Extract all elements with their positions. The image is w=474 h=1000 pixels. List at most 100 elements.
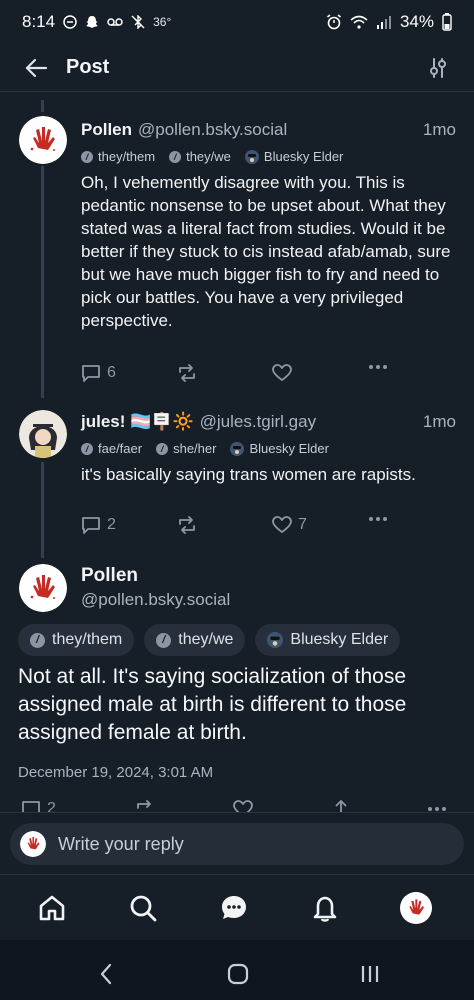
author-name[interactable]: Pollen	[81, 120, 132, 140]
like-button[interactable]	[272, 364, 292, 382]
pronoun-badge: / they/we	[144, 624, 246, 656]
rounded-square-icon	[227, 963, 249, 985]
reply-button[interactable]: 6	[81, 364, 116, 382]
heart-icon	[272, 364, 292, 381]
status-bar: 8:14 36° 34%	[0, 0, 474, 44]
bell-icon	[313, 896, 337, 922]
author-handle[interactable]: @jules.tgirl.gay	[200, 412, 316, 432]
chat-tab[interactable]	[216, 890, 252, 926]
bottom-tab-bar	[0, 874, 474, 940]
alarm-icon	[326, 14, 341, 30]
red-hand-avatar-icon	[19, 564, 67, 612]
more-dots-icon	[369, 517, 387, 521]
avatar[interactable]	[19, 410, 67, 458]
back-button[interactable]	[92, 960, 120, 988]
profile-badges: / they/them / they/we Bluesky Elder	[18, 624, 401, 656]
repost-button[interactable]	[177, 516, 197, 534]
snapchat-icon	[86, 16, 99, 28]
temperature: 36°	[153, 15, 172, 29]
speech-bubble-icon	[82, 365, 100, 382]
no-bluetooth-icon	[131, 15, 145, 29]
notifications-tab[interactable]	[307, 890, 343, 926]
thread-settings-button[interactable]	[420, 50, 456, 86]
search-icon	[130, 895, 157, 922]
back-arrow-button[interactable]	[18, 50, 54, 86]
speech-bubble-icon	[22, 801, 40, 812]
chevron-left-icon	[100, 963, 112, 985]
reply-button[interactable]: 2	[21, 800, 56, 812]
reply-composer: Write your reply	[0, 812, 474, 874]
more-options-button[interactable]	[368, 364, 388, 370]
thread-line	[41, 166, 44, 398]
like-button[interactable]: 7	[272, 516, 307, 534]
share-button[interactable]	[332, 800, 350, 812]
author-handle[interactable]: @pollen.bsky.social	[138, 120, 287, 140]
post-time[interactable]: 1mo	[423, 412, 456, 432]
anime-girl-avatar-icon	[19, 410, 67, 458]
home-icon	[39, 895, 65, 921]
wifi-icon	[350, 15, 368, 29]
repost-button[interactable]	[177, 364, 197, 382]
post-body: Not at all. It's saying socialization of…	[18, 665, 407, 744]
post-author-row: jules! 🏳️‍⚧️🪧🔆 @jules.tgirl.gay 1mo	[81, 412, 456, 432]
home-button[interactable]	[224, 960, 252, 988]
author-name[interactable]: Pollen	[81, 565, 138, 587]
search-tab[interactable]	[125, 890, 161, 926]
author-handle[interactable]: @pollen.bsky.social	[81, 590, 230, 610]
slash-icon: /	[30, 632, 45, 648]
bluesky-elder-icon	[230, 441, 245, 456]
repost-icon	[179, 364, 195, 382]
share-icon	[335, 800, 347, 812]
post-body: it's basically saying trans women are ra…	[81, 465, 416, 484]
arrow-left-icon	[25, 58, 48, 77]
pronoun-badge: / they/we	[169, 149, 231, 164]
thread-line	[41, 462, 44, 558]
reply-count: 2	[47, 800, 56, 812]
reply-button[interactable]: 2	[81, 516, 116, 534]
avatar[interactable]	[19, 564, 67, 612]
like-button[interactable]	[233, 800, 253, 812]
recents-button[interactable]	[356, 960, 384, 988]
profile-tab[interactable]	[398, 890, 434, 926]
reply-input[interactable]: Write your reply	[10, 823, 464, 865]
pronoun-badge: / fae/faer	[81, 441, 142, 456]
like-count: 7	[298, 516, 307, 533]
speech-bubble-icon	[82, 517, 100, 534]
profile-badges: / fae/faer / she/her Bluesky Elder	[81, 441, 329, 456]
post-time[interactable]: 1mo	[423, 120, 456, 140]
avatar	[20, 831, 46, 857]
reply-count: 2	[107, 516, 116, 533]
elder-badge: Bluesky Elder	[230, 441, 329, 456]
avatar[interactable]	[19, 116, 67, 164]
post-body: Oh, I vehemently disagree with you. This…	[81, 173, 451, 330]
heart-icon	[272, 516, 292, 533]
repost-icon	[179, 516, 195, 534]
more-options-button[interactable]	[368, 516, 388, 522]
red-hand-avatar-icon	[19, 116, 67, 164]
clock: 8:14	[22, 12, 56, 31]
repost-icon	[137, 800, 151, 809]
author-name[interactable]: jules! 🏳️‍⚧️🪧🔆	[81, 412, 194, 432]
pronoun-badge: / she/her	[156, 441, 216, 456]
signal-icon	[376, 16, 391, 29]
slash-icon: /	[81, 442, 93, 455]
post-actions: 2	[0, 797, 474, 812]
slash-icon: /	[81, 150, 93, 163]
home-tab[interactable]	[34, 890, 70, 926]
repost-button[interactable]	[135, 800, 155, 812]
slash-icon: /	[156, 632, 172, 648]
reply-count: 6	[107, 364, 116, 381]
sliders-icon	[430, 57, 446, 78]
three-bars-icon	[361, 966, 379, 982]
elder-badge: Bluesky Elder	[244, 149, 343, 164]
red-hand-avatar-icon	[20, 831, 46, 857]
voicemail-icon	[107, 18, 123, 26]
do-not-disturb-icon	[63, 15, 77, 29]
slash-icon: /	[169, 150, 182, 163]
thread-line	[41, 100, 44, 112]
elder-badge: Bluesky Elder	[255, 624, 401, 656]
battery-percent: 34%	[399, 12, 434, 31]
pronoun-badge: / they/them	[18, 624, 135, 656]
profile-badges: / they/them / they/we Bluesky Elder	[81, 149, 343, 164]
page-title: Post	[66, 56, 110, 78]
